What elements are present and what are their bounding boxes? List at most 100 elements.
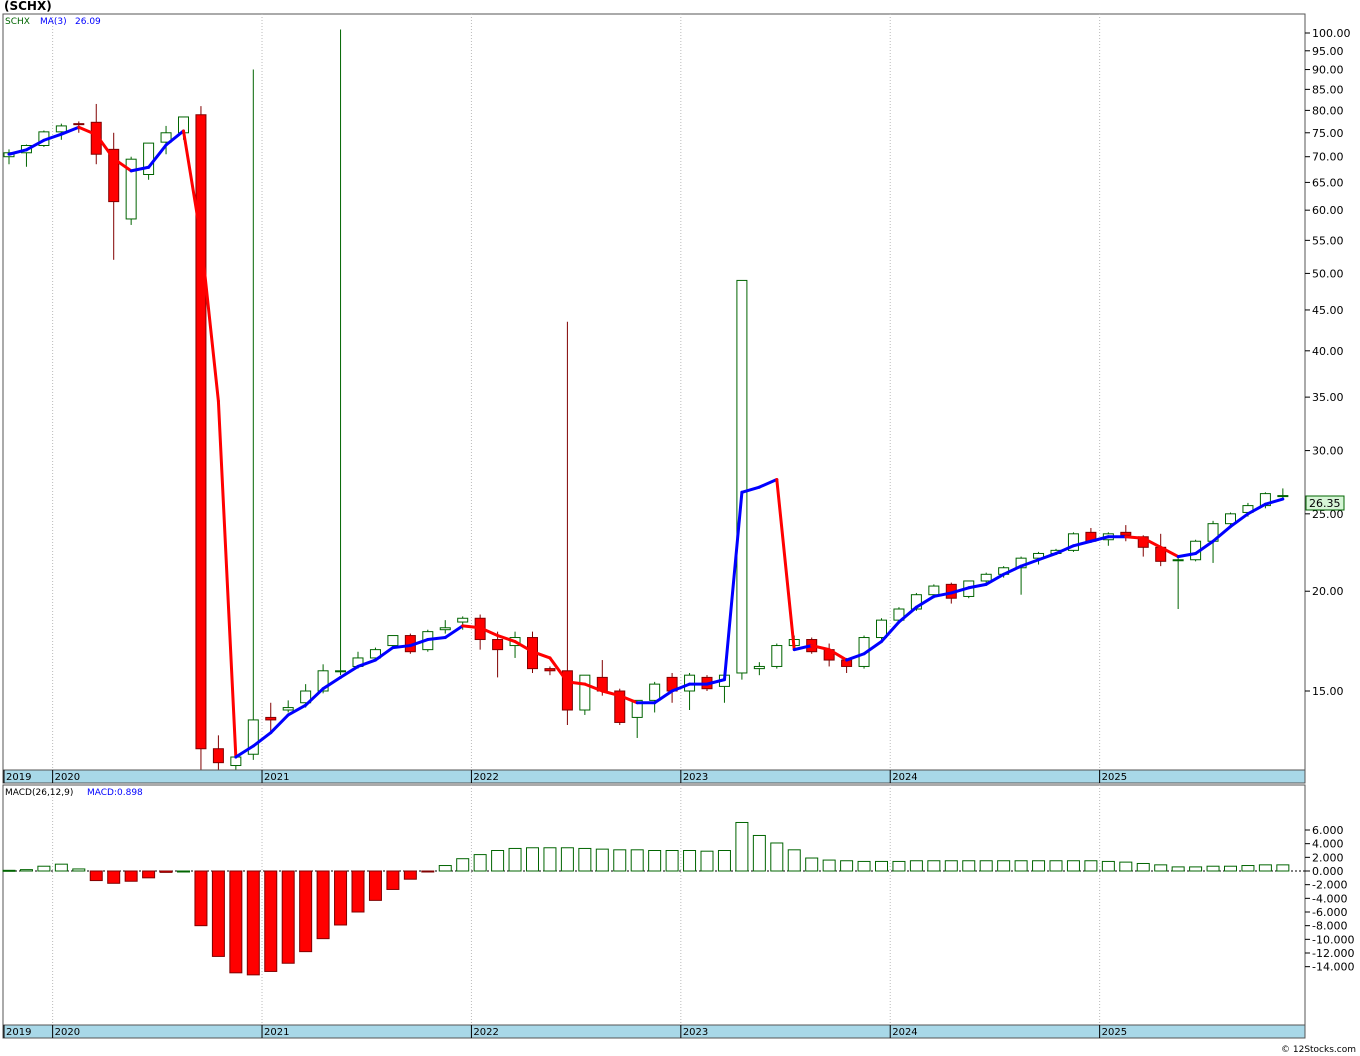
- candle-body: [282, 707, 294, 711]
- macd-bar: [1154, 864, 1168, 872]
- macd-bar: [543, 847, 557, 872]
- price-y-tick-label: 35.00: [1312, 391, 1344, 404]
- candle-body: [928, 585, 940, 596]
- price-y-tick-label: 90.00: [1312, 64, 1344, 77]
- candle: [1120, 525, 1132, 542]
- macd-bar: [717, 850, 731, 872]
- price-y-tick-label: 75.00: [1312, 127, 1344, 140]
- candle-body: [544, 668, 556, 672]
- x-axis-label: 2019: [6, 772, 31, 783]
- price-y-tick-label: 70.00: [1312, 151, 1344, 164]
- macd-bar: [805, 857, 819, 872]
- price-y-tick-label: 15.00: [1312, 685, 1344, 698]
- candle: [544, 666, 556, 676]
- price-y-tick-label: 60.00: [1312, 204, 1344, 217]
- price-legend: SCHX MA(3) 26.09: [5, 17, 101, 27]
- macd-y-tick-label: -10.000: [1312, 933, 1354, 946]
- x-axis-label: 2024: [892, 772, 917, 783]
- macd-bar: [927, 860, 941, 872]
- macd-bar: [107, 870, 121, 884]
- price-x-axis: 2019 2020 2021 2022 2023 2024 2025: [2, 769, 1306, 784]
- macd-y-tick-label: 2.000: [1312, 851, 1344, 864]
- macd-bar: [421, 870, 435, 873]
- price-y-tick-label: 65.00: [1312, 176, 1344, 189]
- macd-bar: [526, 847, 539, 872]
- ma-segment: [461, 624, 482, 630]
- macd-bar: [979, 860, 993, 872]
- macd-y-tick-label: -14.000: [1312, 961, 1354, 974]
- macd-bar: [281, 870, 295, 964]
- macd-bar: [246, 870, 260, 976]
- macd-bar: [177, 870, 190, 873]
- macd-bar: [909, 860, 923, 872]
- macd-bar: [665, 850, 679, 872]
- macd-bar: [142, 870, 156, 879]
- macd-bar: [299, 870, 313, 953]
- macd-bar: [560, 847, 574, 872]
- price-y-axis: 100.00 95.00 90.00 85.00 80.00 75.00 70.00 65.0…: [1305, 27, 1351, 698]
- macd-bar: [1066, 860, 1080, 872]
- macd-legend-label: MACD(26,12,9): [5, 788, 73, 798]
- macd-bar: [595, 848, 609, 872]
- candle: [3, 149, 15, 165]
- x-axis-label: 2023: [683, 772, 708, 783]
- candle-body: [753, 665, 765, 670]
- macd-y-tick-label: 6.000: [1312, 824, 1344, 837]
- price-y-tick-label: 55.00: [1312, 234, 1344, 247]
- macd-bar: [857, 860, 871, 872]
- macd-bar: [456, 858, 470, 872]
- candle: [1277, 488, 1289, 499]
- candle-body: [1277, 495, 1289, 498]
- candle: [474, 614, 486, 650]
- candle: [1015, 556, 1027, 595]
- macd-bar: [351, 870, 365, 913]
- macd-bar: [264, 870, 278, 972]
- candle-body: [335, 670, 347, 673]
- macd-bar: [386, 870, 400, 890]
- candle: [579, 674, 591, 715]
- macd-bar: [37, 865, 51, 872]
- macd-bar: [1032, 860, 1046, 872]
- candle-body: [73, 123, 85, 126]
- price-y-tick-label: 95.00: [1312, 45, 1344, 58]
- candle: [1172, 555, 1184, 610]
- last-price-tag: 26.35: [1305, 495, 1345, 511]
- macd-x-axis: 2019 2020 2021 2022 2023 2024 2025: [2, 1024, 1306, 1039]
- macd-panel: 6.0004.0002.0000.000-2.000-4.000-6.000-8…: [2, 784, 1354, 1026]
- macd-bar: [194, 870, 208, 927]
- macd-bar: [89, 870, 103, 882]
- candle-body: [1120, 531, 1132, 536]
- macd-bar: [2, 869, 16, 872]
- price-y-tick-label: 40.00: [1312, 345, 1344, 358]
- candle: [561, 321, 573, 725]
- candle-body: [143, 142, 155, 176]
- x-axis-label: 2021: [264, 1027, 289, 1038]
- candle-body: [1172, 559, 1184, 562]
- macd-y-axis: 6.0004.0002.0000.000-2.000-4.000-6.000-8…: [1305, 824, 1354, 974]
- x-axis-label: 2019: [6, 1027, 31, 1038]
- candle: [1067, 532, 1079, 552]
- candle-body: [649, 683, 661, 701]
- price-y-tick-label: 80.00: [1312, 104, 1344, 117]
- macd-bar: [1084, 860, 1098, 872]
- macd-bar: [1241, 865, 1255, 872]
- macd-bar: [473, 854, 487, 872]
- price-y-tick-label: 45.00: [1312, 304, 1344, 317]
- macd-y-tick-label: -6.000: [1312, 906, 1347, 919]
- macd-bar: [1101, 860, 1115, 872]
- candle-body: [265, 716, 277, 721]
- candle: [439, 620, 451, 634]
- macd-histogram: [2, 821, 1290, 976]
- candle: [282, 700, 294, 713]
- candle-body: [212, 748, 224, 764]
- candlestick-series: [3, 29, 1289, 781]
- candle-body: [457, 617, 469, 623]
- candle-body: [55, 125, 67, 133]
- ma-segment: [7, 148, 28, 156]
- macd-bar: [403, 870, 417, 880]
- x-axis-label: 2025: [1102, 772, 1127, 783]
- ma-segment: [391, 644, 412, 650]
- macd-bar: [875, 860, 888, 872]
- macd-bar: [124, 870, 138, 882]
- candle: [649, 681, 661, 713]
